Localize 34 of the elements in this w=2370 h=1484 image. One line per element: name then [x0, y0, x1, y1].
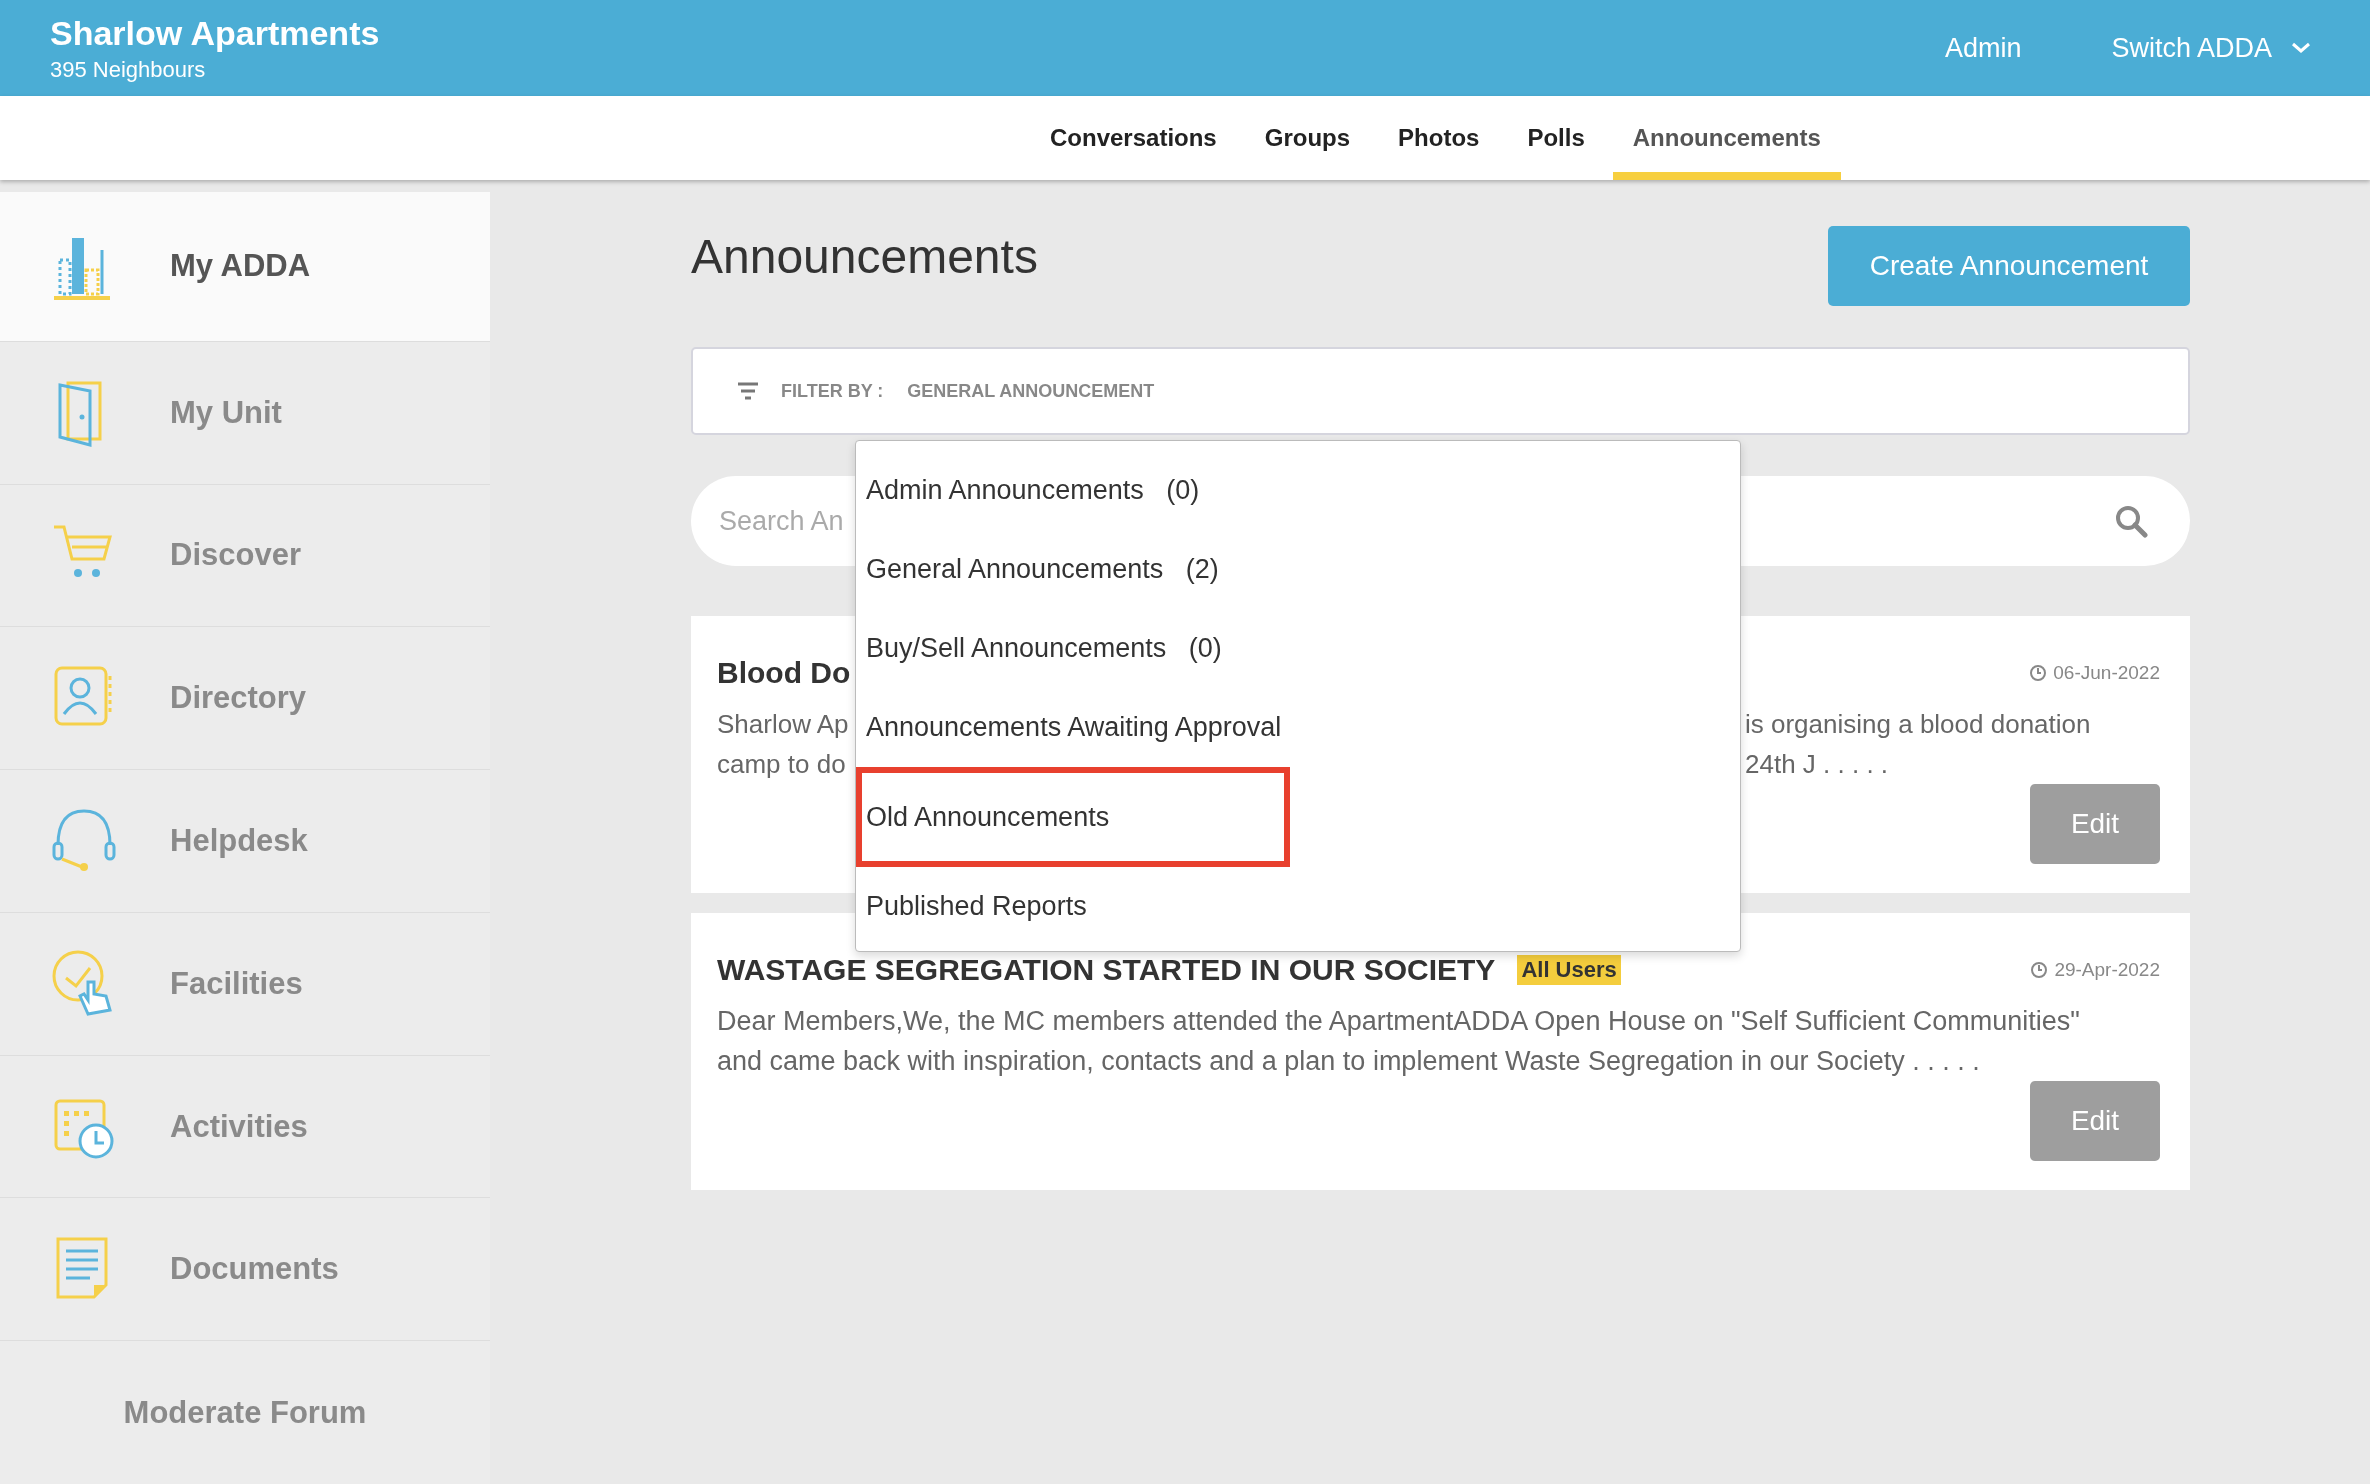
dropdown-option[interactable]: Published Reports — [856, 867, 1742, 946]
tab[interactable]: Photos — [1378, 96, 1500, 180]
announcement-text: and came back with inspiration, contacts and a plan to implement Waste Segregation in our Society . . . . . — [717, 1045, 1981, 1078]
search-icon — [2114, 504, 2148, 538]
dropdown-option[interactable]: Admin Announcements (0) — [856, 451, 1742, 530]
filter-bar[interactable]: FILTER BY : GENERAL ANNOUNCEMENT — [691, 347, 2190, 435]
neighbour-count: 395 Neighbours — [50, 56, 207, 83]
dropdown-option[interactable]: Announcements Awaiting Approval — [856, 688, 1742, 767]
tab[interactable]: Conversations — [1030, 96, 1237, 180]
tab[interactable]: Polls — [1507, 96, 1605, 180]
announcement-title[interactable]: Blood Do — [717, 656, 851, 690]
announcement-text: camp to do — [717, 748, 847, 781]
post-date: 06-Jun-2022 — [2053, 662, 2160, 684]
dropdown-option[interactable]: Old Announcements — [856, 767, 1290, 867]
announcement-text: Dear Members,We, the MC members attended the ApartmentADDA Open House on "Self Sufficient Communities" — [717, 1005, 2081, 1038]
announcement-text: Sharlow Ap — [717, 708, 850, 741]
filter-value: GENERAL ANNOUNCEMENT — [907, 380, 1155, 402]
filter-icon — [737, 382, 759, 400]
announcement-title[interactable]: WASTAGE SEGREGATION STARTED IN OUR SOCIETY — [717, 953, 1496, 987]
sidebar-item[interactable]: My ADDA — [0, 192, 490, 342]
tab[interactable]: Announcements — [1612, 96, 1841, 180]
filter-label: FILTER BY : — [781, 380, 884, 402]
post-date: 29-Apr-2022 — [2054, 959, 2160, 981]
clock-icon — [2029, 664, 2048, 682]
announcement-text: is organising a blood donation — [1745, 708, 2091, 741]
dropdown-option[interactable]: Buy/Sell Announcements (0) — [856, 609, 1742, 688]
page-title: Announcements — [691, 228, 1038, 284]
community-name: Sharlow Apartments — [50, 13, 380, 53]
tab[interactable]: Groups — [1244, 96, 1371, 180]
clock-icon — [2030, 961, 2049, 979]
audience-tag: All Users — [1517, 955, 1621, 985]
caret-icon — [2290, 41, 2312, 55]
dropdown-option[interactable]: General Announcements (2) — [856, 530, 1742, 609]
announcement-text: 24th J . . . . . — [1745, 748, 1889, 781]
